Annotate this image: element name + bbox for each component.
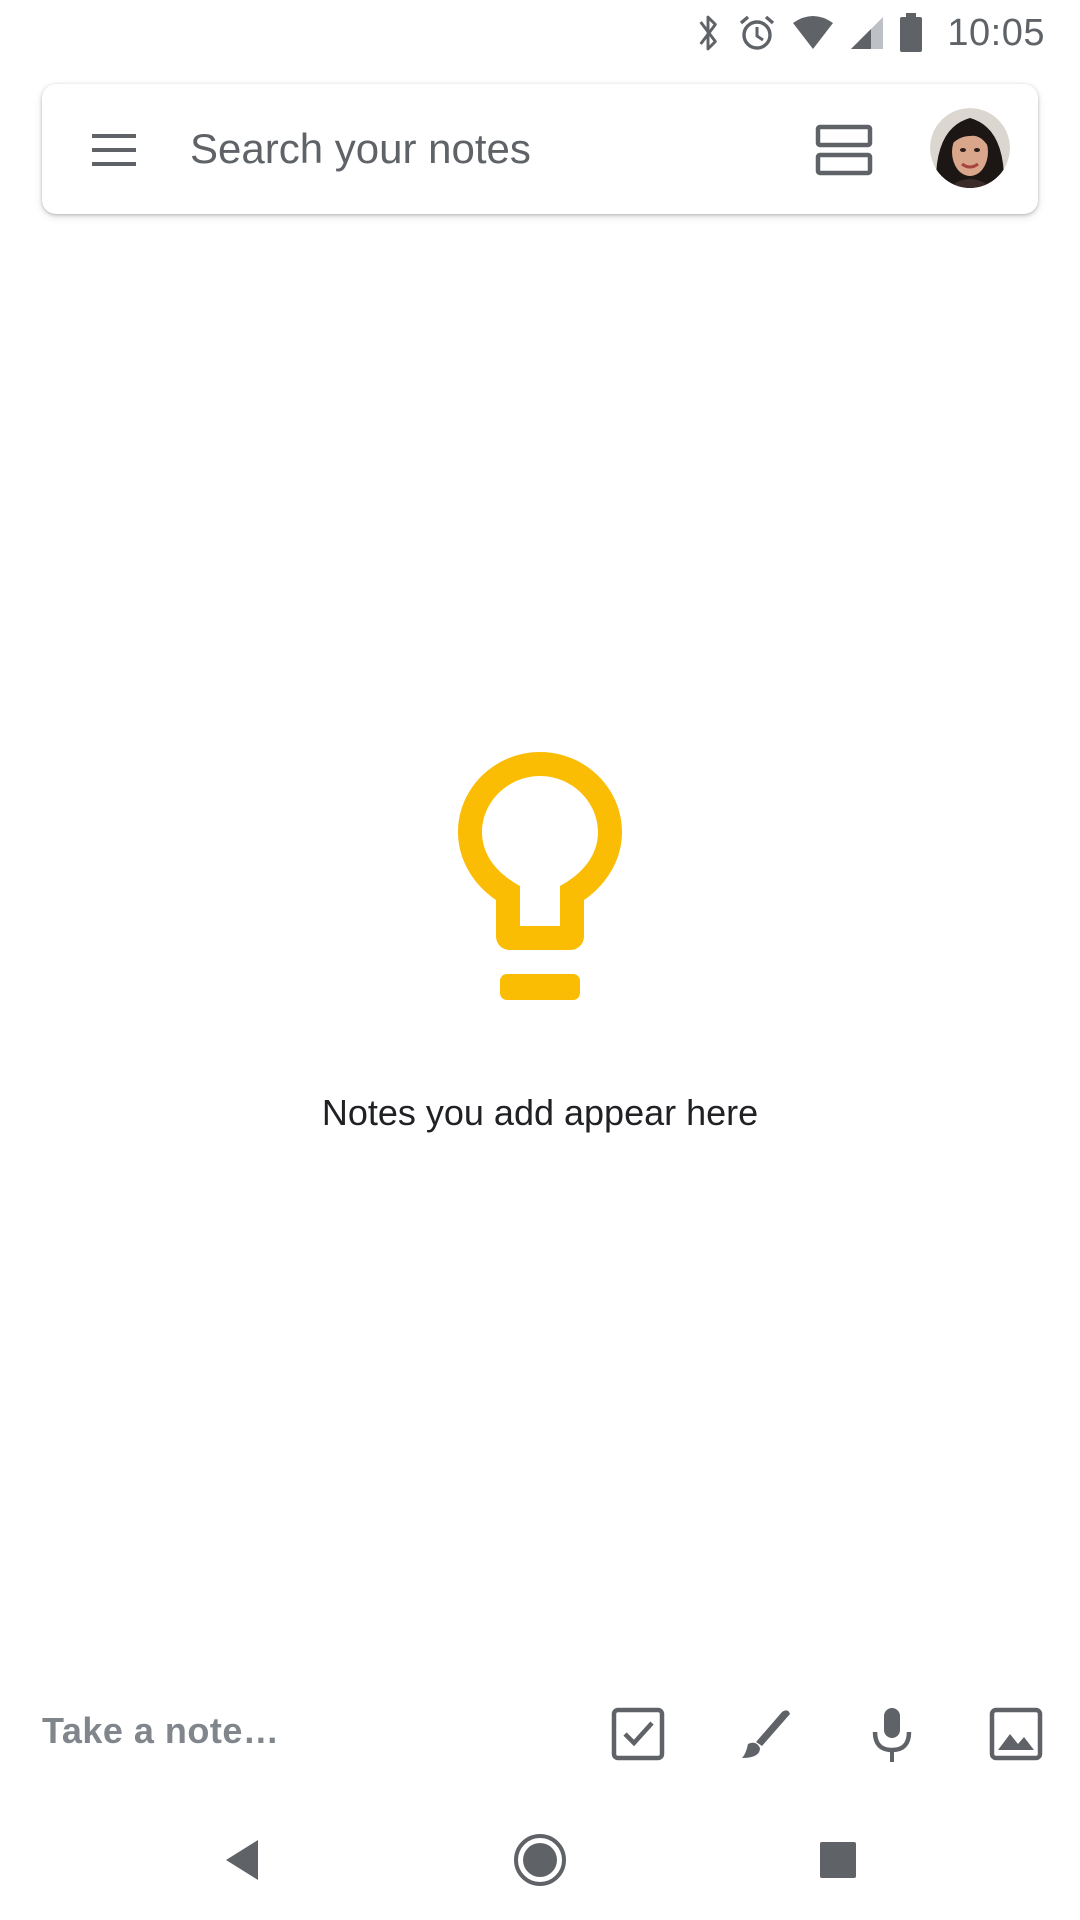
empty-state-message: Notes you add appear here [321, 1092, 759, 1133]
grid-view-icon[interactable] [814, 122, 874, 178]
search-input[interactable] [190, 114, 750, 184]
empty-state [0, 740, 1080, 1040]
clock-time: 10:05 [947, 11, 1045, 54]
recents-icon[interactable] [808, 1830, 868, 1890]
take-note-bar: Take a note… [0, 1680, 1080, 1790]
new-image-note-icon[interactable] [986, 1704, 1046, 1764]
battery-icon [899, 13, 923, 53]
take-note-input[interactable]: Take a note… [42, 1710, 279, 1752]
search-bar [42, 84, 1038, 214]
lightbulb-icon [0, 740, 1080, 1040]
system-nav-bar [0, 1800, 1080, 1920]
new-audio-note-icon[interactable] [862, 1704, 922, 1764]
status-bar: 10:05 [0, 0, 1080, 66]
keep-home-screen: 10:05 Search your notes Notes you add ap… [0, 0, 1080, 1920]
cell-signal-icon [849, 15, 885, 51]
account-avatar[interactable] [930, 108, 1010, 188]
back-icon[interactable] [212, 1830, 272, 1890]
alarm-icon [737, 13, 777, 53]
wifi-icon [791, 15, 835, 51]
home-icon[interactable] [510, 1830, 570, 1890]
bluetooth-icon [693, 11, 723, 55]
menu-icon[interactable] [90, 126, 138, 174]
new-drawing-icon[interactable] [734, 1704, 794, 1764]
status-icons: 10:05 [693, 8, 1045, 58]
new-list-icon[interactable] [608, 1704, 668, 1764]
